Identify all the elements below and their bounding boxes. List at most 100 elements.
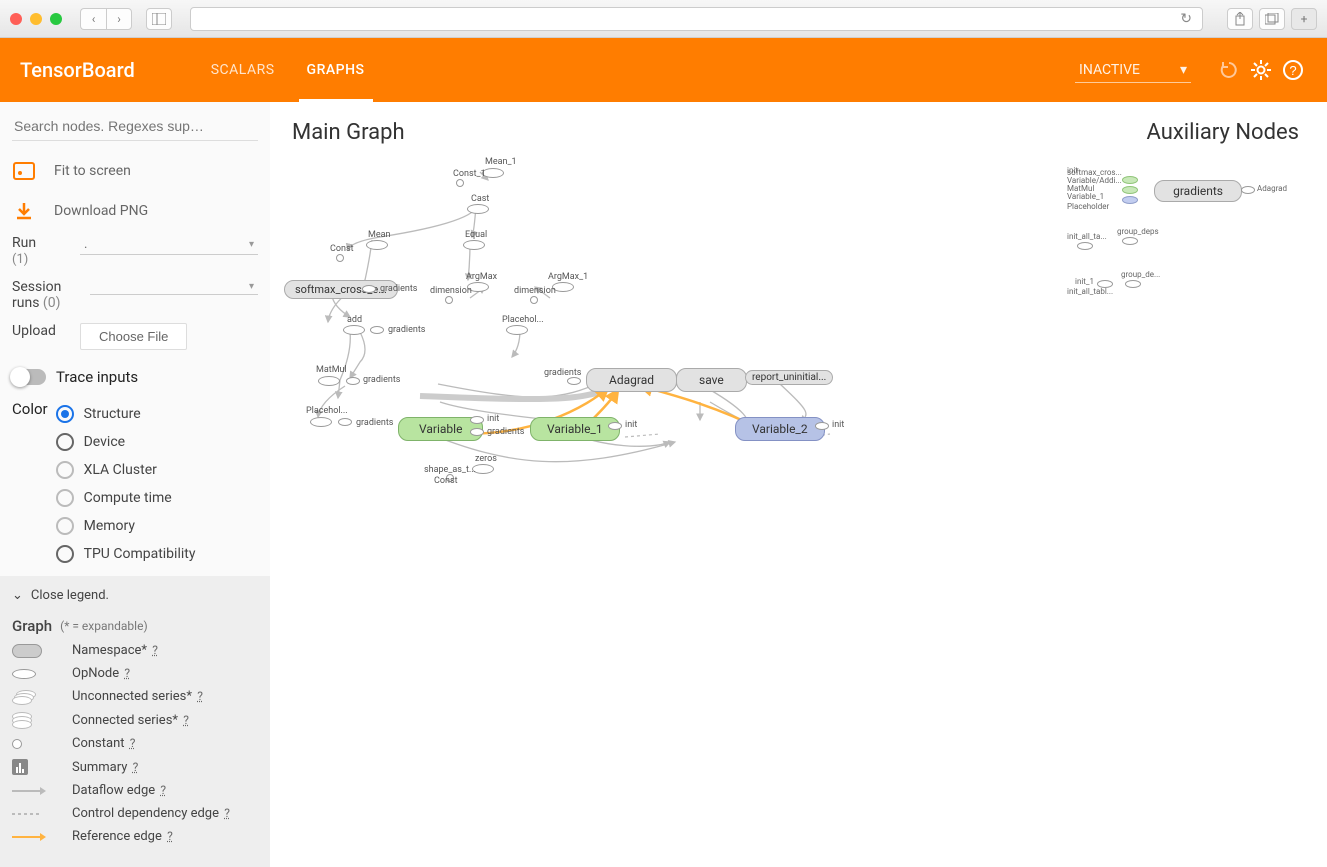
node-label: Adagrad <box>1257 184 1287 193</box>
node-link[interactable] <box>567 377 581 385</box>
node-const[interactable] <box>336 254 344 262</box>
node-op[interactable] <box>1122 186 1138 194</box>
help-button[interactable]: ? <box>1279 56 1307 84</box>
share-button[interactable] <box>1227 8 1253 30</box>
node-variable1[interactable]: Variable_1 <box>530 417 620 441</box>
opnode-icon <box>12 669 52 679</box>
trace-toggle[interactable] <box>12 369 46 385</box>
help-link[interactable]: ? <box>197 689 203 703</box>
fit-to-screen[interactable]: Fit to screen <box>0 151 270 191</box>
session-select[interactable]: ▾ <box>90 279 258 295</box>
radio-label: Compute time <box>84 490 172 506</box>
sidebar-toggle-button[interactable] <box>146 8 172 30</box>
url-bar[interactable]: ↻ <box>190 7 1203 31</box>
node-label: MatMul <box>316 365 347 375</box>
help-link[interactable]: ? <box>224 806 230 820</box>
node-const[interactable] <box>456 179 464 187</box>
legend-item-label: Reference edge <box>72 829 162 844</box>
node-op[interactable] <box>1097 280 1113 288</box>
tabs-button[interactable] <box>1259 8 1285 30</box>
legend-title: Graph <box>12 617 52 635</box>
radio-structure[interactable] <box>56 405 74 423</box>
node-op[interactable] <box>506 325 528 335</box>
node-const[interactable] <box>445 296 453 304</box>
node-op[interactable] <box>463 240 485 250</box>
run-count: (1) <box>12 252 28 267</box>
radio-compute[interactable] <box>56 489 74 507</box>
radio-tpu[interactable] <box>56 545 74 563</box>
help-link[interactable]: ? <box>160 783 166 797</box>
node-adagrad[interactable]: Adagrad <box>586 368 677 392</box>
node-report[interactable]: report_uninitial... <box>745 370 833 385</box>
node-op[interactable] <box>366 240 388 250</box>
node-label: group_deps <box>1117 227 1159 236</box>
help-link[interactable]: ? <box>152 643 158 657</box>
radio-device[interactable] <box>56 433 74 451</box>
node-op[interactable] <box>1122 176 1138 184</box>
node-label: gradients <box>363 375 400 385</box>
graph-canvas[interactable]: Main Graph Auxiliary Nodes <box>270 102 1327 867</box>
tab-graphs[interactable]: GRAPHS <box>291 38 381 102</box>
minimize-window-icon[interactable] <box>30 13 42 25</box>
control-icon <box>12 810 52 818</box>
node-link[interactable] <box>815 422 829 430</box>
help-link[interactable]: ? <box>130 736 136 750</box>
plugin-dropdown[interactable]: INACTIVE ▾ <box>1075 58 1191 83</box>
reload-icon[interactable]: ↻ <box>1180 11 1192 27</box>
radio-label: TPU Compatibility <box>84 546 196 562</box>
node-label: Variable_1 <box>1067 192 1104 201</box>
node-link[interactable] <box>1241 186 1255 194</box>
aux-gradients[interactable]: gradients <box>1154 180 1242 202</box>
node-link[interactable] <box>338 418 352 426</box>
help-link[interactable]: ? <box>167 829 173 843</box>
choose-file-button[interactable]: Choose File <box>80 323 187 350</box>
node-link[interactable] <box>362 285 376 293</box>
logo: TensorBoard <box>20 58 135 82</box>
node-link[interactable] <box>470 428 484 436</box>
node-op[interactable] <box>343 325 365 335</box>
node-save[interactable]: save <box>676 368 747 392</box>
legend-item-label: Namespace* <box>72 643 147 658</box>
node-link[interactable] <box>608 422 622 430</box>
node-label: Mean <box>368 230 391 240</box>
node-op[interactable] <box>310 417 332 427</box>
radio-xla[interactable] <box>56 461 74 479</box>
node-const[interactable] <box>530 296 538 304</box>
new-tab-button[interactable]: + <box>1291 8 1317 30</box>
run-selector: Run (1) . ▾ <box>0 231 270 275</box>
node-op[interactable] <box>318 376 340 386</box>
help-link[interactable]: ? <box>133 760 139 774</box>
node-link[interactable] <box>470 416 484 424</box>
forward-button[interactable]: › <box>106 8 132 30</box>
search-input[interactable] <box>12 112 258 141</box>
help-link[interactable]: ? <box>124 666 130 680</box>
zoom-window-icon[interactable] <box>50 13 62 25</box>
run-label: Run <box>12 235 36 251</box>
node-link[interactable] <box>370 326 384 334</box>
session-count: (0) <box>43 295 61 311</box>
radio-memory[interactable] <box>56 517 74 535</box>
connected-icon <box>12 712 52 728</box>
radio-label: XLA Cluster <box>84 462 157 478</box>
refresh-button[interactable] <box>1215 56 1243 84</box>
back-button[interactable]: ‹ <box>80 8 106 30</box>
tabs-icon <box>1265 13 1279 25</box>
node-label: gradients <box>380 284 417 294</box>
help-link[interactable]: ? <box>183 713 189 727</box>
node-link[interactable] <box>346 377 360 385</box>
node-op[interactable] <box>1122 237 1138 245</box>
close-window-icon[interactable] <box>10 13 22 25</box>
node-label: group_de... <box>1121 270 1160 279</box>
node-op[interactable] <box>467 204 489 214</box>
download-png[interactable]: Download PNG <box>0 191 270 231</box>
node-variable2[interactable]: Variable_2 <box>735 417 825 441</box>
tab-scalars[interactable]: SCALARS <box>195 38 291 102</box>
node-op[interactable] <box>1077 242 1093 250</box>
node-op[interactable] <box>1122 196 1138 204</box>
settings-button[interactable] <box>1247 56 1275 84</box>
legend-item-label: Dataflow edge <box>72 783 155 798</box>
dataflow-icon <box>12 787 52 795</box>
node-op[interactable] <box>1125 280 1141 288</box>
run-select[interactable]: . ▾ <box>80 235 258 255</box>
close-legend[interactable]: ⌄ Close legend. <box>12 582 258 609</box>
